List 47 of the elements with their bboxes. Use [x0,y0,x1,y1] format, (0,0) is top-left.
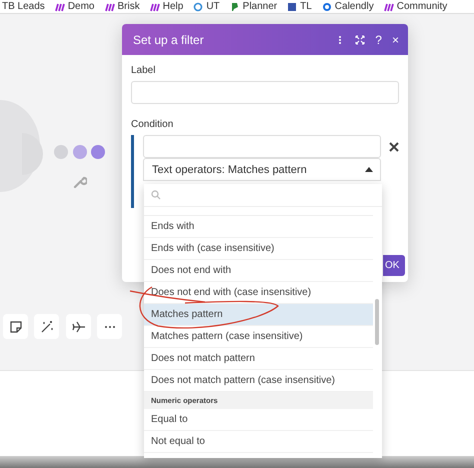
bookmark-link[interactable]: TL [287,1,312,12]
dot-icon [91,145,105,159]
field-label: Condition [131,119,174,130]
ok-button[interactable]: OK [383,255,406,276]
dropdown-option[interactable]: Ends with [144,216,373,238]
airplane-button[interactable] [66,314,91,339]
bookmark-link[interactable]: Planner [230,1,278,12]
expand-icon[interactable] [355,34,366,44]
dot-icon [73,145,87,159]
operator-select[interactable]: Text operators: Matches pattern [143,158,381,181]
help-button[interactable]: ? [375,34,382,46]
planner-icon [230,2,240,12]
note-icon [8,320,22,334]
dot-icon [54,145,68,159]
magic-wand-icon [40,320,54,334]
dropdown-option[interactable]: Ends with (case insensitive) [144,238,373,260]
magic-wand-button[interactable] [34,314,59,339]
remove-icon[interactable] [389,142,399,152]
bookmark-link[interactable]: UT [193,1,220,12]
dropdown-option[interactable]: Does not match pattern [144,348,373,370]
bookmark-link[interactable]: Calendly [322,1,374,12]
dropdown-option[interactable]: Not equal to [144,431,373,453]
condition-input[interactable] [143,135,381,158]
dialog-title: Set up a filter [133,32,205,46]
square-icon [287,2,298,12]
dropdown-option[interactable]: Does not end with [144,260,373,282]
bookmark-link[interactable]: Demo [54,1,94,12]
m-logo-icon [150,2,160,12]
m-logo-icon [54,2,65,12]
note-button[interactable] [3,314,28,339]
bookmark-link[interactable]: Brisk [104,1,140,12]
airplane-icon [72,320,86,334]
dropdown-option[interactable]: Matches pattern (case insensitive) [144,326,373,348]
ring-icon [193,2,204,12]
m-logo-icon [384,2,394,12]
dropdown-option[interactable]: Matches pattern [144,304,373,326]
bookmark-link[interactable]: TB Leads [2,1,45,12]
dropdown-option[interactable]: Equal to [144,409,373,431]
bookmark-link[interactable]: Help [150,1,184,12]
label-input[interactable] [131,81,399,104]
m-logo-icon [104,2,114,12]
search-icon [151,190,161,200]
bookmark-link[interactable]: Community [384,1,448,12]
scrollbar-thumb[interactable] [375,299,379,345]
caret-icon [365,167,373,172]
close-button[interactable]: × [392,34,399,46]
field-label: Label [131,65,156,76]
